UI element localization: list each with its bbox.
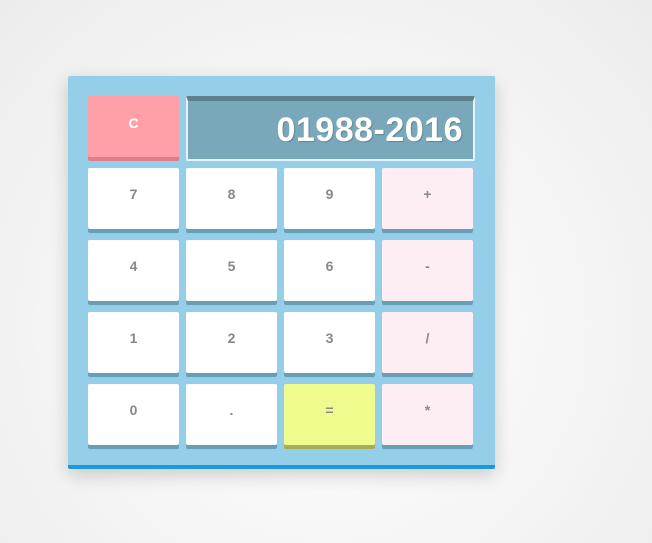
clear-button[interactable]: C <box>88 96 179 157</box>
digit-9-button[interactable]: 9 <box>284 168 375 229</box>
digit-8-button[interactable]: 8 <box>186 168 277 229</box>
multiply-button[interactable]: * <box>382 384 473 445</box>
digit-5-button[interactable]: 5 <box>186 240 277 301</box>
digit-2-button[interactable]: 2 <box>186 312 277 373</box>
digit-6-button[interactable]: 6 <box>284 240 375 301</box>
equals-button[interactable]: = <box>284 384 375 445</box>
digit-0-button[interactable]: 0 <box>88 384 179 445</box>
decimal-button[interactable]: . <box>186 384 277 445</box>
calculator: C 01988-2016 7 8 9 + 4 5 6 - 1 2 3 / 0 .… <box>68 76 495 469</box>
display-value: 01988-2016 <box>276 110 463 149</box>
calculator-display: 01988-2016 <box>186 96 475 161</box>
digit-3-button[interactable]: 3 <box>284 312 375 373</box>
digit-7-button[interactable]: 7 <box>88 168 179 229</box>
digit-4-button[interactable]: 4 <box>88 240 179 301</box>
add-button[interactable]: + <box>382 168 473 229</box>
subtract-button[interactable]: - <box>382 240 473 301</box>
divide-button[interactable]: / <box>382 312 473 373</box>
digit-1-button[interactable]: 1 <box>88 312 179 373</box>
